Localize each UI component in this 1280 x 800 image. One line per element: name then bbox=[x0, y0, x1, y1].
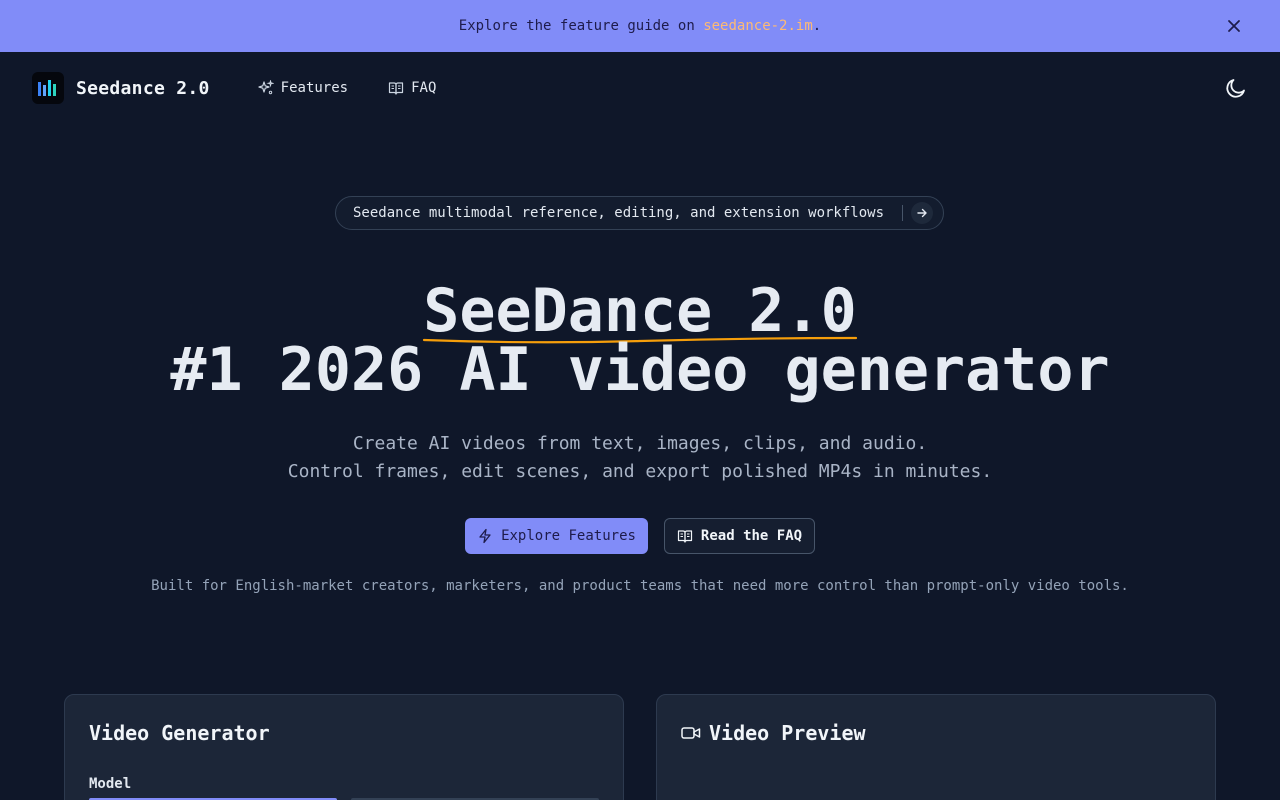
announcement-banner: Explore the feature guide on seedance-2.… bbox=[0, 0, 1280, 52]
video-icon bbox=[681, 727, 701, 739]
pill-text: Seedance multimodal reference, editing, … bbox=[353, 205, 885, 221]
close-icon bbox=[1228, 20, 1240, 32]
nav-features-label: Features bbox=[280, 80, 349, 96]
read-faq-button[interactable]: Read the FAQ bbox=[664, 518, 815, 554]
video-preview-card: Video Preview bbox=[656, 694, 1216, 800]
hero-subtitle-line-1: Create AI videos from text, images, clip… bbox=[352, 433, 928, 454]
logo[interactable] bbox=[32, 72, 64, 104]
hero-subtitle-line-2: Control frames, edit scenes, and export … bbox=[287, 461, 993, 482]
banner-prefix: Explore the feature guide on bbox=[458, 18, 704, 34]
video-preview-title: Video Preview bbox=[681, 721, 866, 745]
video-preview-title-text: Video Preview bbox=[709, 721, 866, 745]
moon-icon bbox=[1226, 79, 1245, 98]
explore-features-label: Explore Features bbox=[501, 528, 636, 544]
video-generator-title: Video Generator bbox=[89, 721, 270, 745]
explore-features-button[interactable]: Explore Features bbox=[465, 518, 648, 554]
banner-link[interactable]: seedance-2.im bbox=[703, 18, 813, 34]
arrow-right-icon bbox=[917, 208, 927, 218]
sparkles-icon bbox=[258, 80, 274, 95]
nav-features-link[interactable]: Features bbox=[258, 80, 348, 96]
model-label: Model bbox=[89, 776, 132, 792]
book-open-icon bbox=[388, 82, 404, 95]
pill-divider bbox=[902, 205, 904, 221]
book-open-icon bbox=[677, 530, 693, 543]
theme-toggle-button[interactable] bbox=[1224, 76, 1248, 100]
nav-faq-link[interactable]: FAQ bbox=[388, 80, 436, 96]
video-generator-title-text: Video Generator bbox=[89, 721, 270, 745]
pill-arrow-button[interactable] bbox=[911, 202, 934, 224]
hero-tagline: Built for English-market creators, marke… bbox=[151, 578, 1129, 594]
banner-close-button[interactable] bbox=[1224, 16, 1244, 36]
video-generator-card: Video Generator Model bbox=[64, 694, 624, 800]
brand-name[interactable]: Seedance 2.0 bbox=[76, 78, 210, 99]
hero-title-line-2: #1 2026 AI video generator bbox=[170, 335, 1110, 405]
top-nav: Seedance 2.0 Features FAQ bbox=[0, 52, 1280, 124]
banner-text: Explore the feature guide on seedance-2.… bbox=[459, 18, 821, 34]
banner-suffix: . bbox=[812, 18, 822, 34]
zap-icon bbox=[479, 528, 491, 544]
logo-icon bbox=[38, 80, 56, 96]
read-faq-label: Read the FAQ bbox=[700, 528, 803, 544]
workflow-announcement-pill[interactable]: Seedance multimodal reference, editing, … bbox=[335, 196, 944, 230]
nav-faq-label: FAQ bbox=[411, 80, 437, 96]
